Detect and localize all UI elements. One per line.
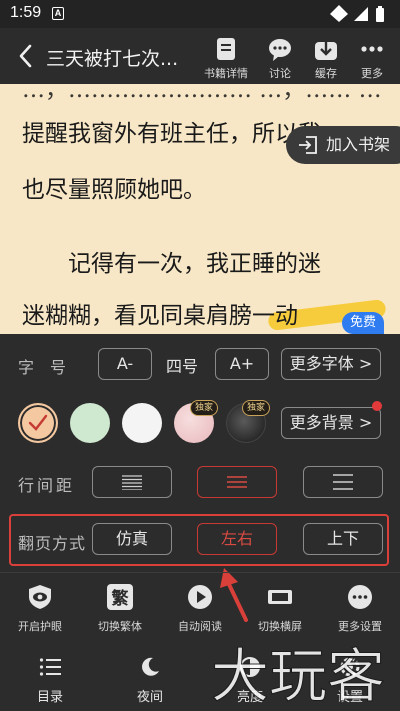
add-to-bookshelf-button[interactable]: 加入书架 <box>286 126 400 164</box>
night-mode-icon <box>142 657 159 676</box>
checkmark-icon <box>28 414 48 431</box>
free-badge: 免费 <box>342 312 384 334</box>
standard-spacing-icon <box>227 476 247 488</box>
night-mode-button[interactable]: 夜间 <box>110 656 190 705</box>
status-bar: 1:59 A <box>0 0 400 28</box>
traditional-chinese-icon: 繁 <box>107 584 133 610</box>
new-indicator-dot <box>372 401 382 411</box>
download-icon <box>315 38 337 60</box>
discussion-button[interactable]: 讨论 <box>254 36 306 82</box>
eye-protection-icon <box>29 585 51 609</box>
exclusive-badge: 独家 <box>190 400 218 416</box>
reader-toolbar: 三天被打七次... 书籍详情 讨论 缓存 更多 <box>0 28 400 84</box>
exclusive-badge: 独家 <box>242 400 270 416</box>
landscape-icon <box>268 590 292 604</box>
download-button[interactable]: 缓存 <box>300 36 352 82</box>
background-swatch-white[interactable] <box>122 403 162 443</box>
notification-icon: A <box>52 7 64 20</box>
page-turn-simulation[interactable]: 仿真 <box>92 523 172 555</box>
text-line: 也尽量照顾她吧。 <box>22 177 206 203</box>
svg-text:大玩客: 大玩客 <box>211 642 385 706</box>
book-details-icon <box>217 38 235 60</box>
line-spacing-standard[interactable] <box>197 466 277 498</box>
page-turn-label: 翻页方式 <box>18 534 87 553</box>
add-to-shelf-icon <box>299 136 317 154</box>
clock: 1:59 <box>10 4 42 21</box>
text-line: 记得有一次，我正睡的迷 <box>22 251 321 277</box>
svg-text:繁: 繁 <box>111 588 130 609</box>
back-arrow-icon[interactable] <box>14 42 40 70</box>
wifi-icon <box>330 5 348 22</box>
table-of-contents-button[interactable]: 目录 <box>10 656 90 705</box>
background-swatch-warm[interactable] <box>18 403 58 443</box>
landscape-button[interactable]: 切换横屏 <box>240 584 320 634</box>
cellular-signal-icon <box>354 7 368 21</box>
line-spacing-label: 行间距 <box>18 476 76 495</box>
book-details-button[interactable]: 书籍详情 <box>200 36 252 82</box>
more-settings-icon <box>348 585 372 609</box>
font-size-label: 字 号 <box>18 358 67 377</box>
background-swatch-green[interactable] <box>70 403 110 443</box>
reading-page[interactable]: …，…………………… …，…… … 提醒我窗外有班主任，所以我 也尽量照顾她吧。… <box>0 84 400 334</box>
book-title: 三天被打七次... <box>46 48 179 70</box>
text-line: 提醒我窗外有班主任，所以我 <box>22 121 321 147</box>
panel-divider <box>0 572 400 573</box>
current-font-size: 四号 <box>166 357 199 376</box>
more-button[interactable]: 更多 <box>346 36 398 82</box>
site-watermark-logo: 大玩客 <box>210 642 385 707</box>
table-of-contents-icon <box>39 658 61 676</box>
more-icon <box>361 46 383 52</box>
loose-spacing-icon <box>333 474 353 490</box>
text-line-partial: …，…………………… …，…… … <box>22 84 382 103</box>
line-spacing-compact[interactable] <box>92 466 172 498</box>
text-line: 迷糊糊，看见同桌肩膀一动 <box>22 303 298 329</box>
page-turn-vertical[interactable]: 上下 <box>303 523 383 555</box>
eye-protection-button[interactable]: 开启护眼 <box>0 584 80 634</box>
line-spacing-loose[interactable] <box>303 466 383 498</box>
auto-read-icon <box>188 585 212 609</box>
auto-read-button[interactable]: 自动阅读 <box>160 584 240 634</box>
system-status-icons <box>330 5 384 22</box>
battery-icon <box>376 8 384 22</box>
decrease-font-button[interactable]: A- <box>98 348 152 380</box>
traditional-chinese-button[interactable]: 繁 切换繁体 <box>80 584 160 634</box>
increase-font-button[interactable]: A+ <box>215 348 269 380</box>
discussion-icon <box>269 39 291 61</box>
more-settings-button[interactable]: 更多设置 <box>320 584 400 634</box>
page-turn-horizontal[interactable]: 左右 <box>197 523 277 555</box>
more-fonts-button[interactable]: 更多字体 > <box>281 348 381 380</box>
more-backgrounds-button[interactable]: 更多背景 > <box>281 407 381 439</box>
compact-spacing-icon <box>122 475 142 490</box>
